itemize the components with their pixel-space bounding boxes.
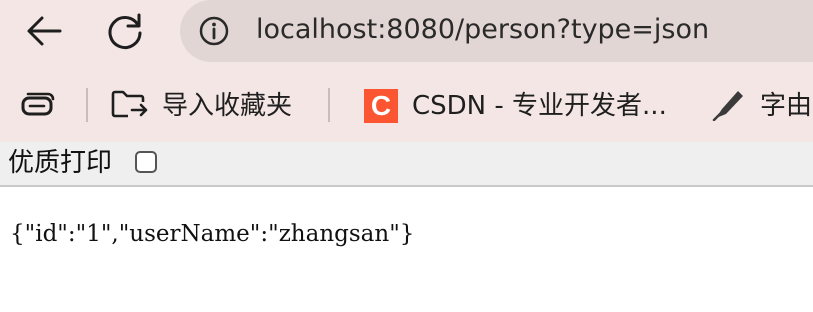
reload-icon bbox=[105, 11, 145, 51]
bookmark-separator bbox=[86, 88, 88, 122]
bookmark-ziyou[interactable]: 字由 bbox=[712, 86, 812, 126]
csdn-icon: C bbox=[364, 89, 398, 123]
url-text[interactable]: localhost:8080/person?type=json bbox=[256, 13, 709, 47]
bookmark-label: 导入收藏夹 bbox=[162, 91, 293, 121]
json-response-text: {"id":"1","userName":"zhangsan"} bbox=[10, 221, 415, 247]
bookmark-csdn[interactable]: C CSDN - 专业开发者... bbox=[364, 86, 667, 126]
print-quality-label: 优质打印 bbox=[8, 148, 113, 178]
arrow-left-icon bbox=[24, 11, 64, 51]
bookmark-label: CSDN - 专业开发者... bbox=[412, 91, 667, 121]
bookmarks-bar: 导入收藏夹 C CSDN - 专业开发者... 字由 bbox=[0, 74, 813, 136]
back-button[interactable] bbox=[20, 7, 68, 55]
info-icon[interactable] bbox=[198, 15, 230, 47]
bookmark-separator bbox=[328, 88, 330, 122]
reload-button[interactable] bbox=[101, 7, 149, 55]
pen-icon bbox=[712, 87, 746, 125]
navigation-row: localhost:8080/person?type=json bbox=[0, 0, 813, 62]
collections-icon bbox=[20, 89, 56, 123]
print-quality-checkbox[interactable] bbox=[135, 151, 157, 173]
folder-import-icon bbox=[110, 86, 148, 126]
browser-chrome: localhost:8080/person?type=json 导入收藏夹 C … bbox=[0, 0, 813, 142]
collections-button[interactable] bbox=[20, 86, 56, 126]
address-bar[interactable]: localhost:8080/person?type=json bbox=[180, 0, 813, 62]
bookmark-label: 字由 bbox=[760, 91, 813, 121]
print-toolbar: 优质打印 bbox=[0, 142, 813, 187]
bookmark-import-favorites[interactable]: 导入收藏夹 bbox=[110, 86, 292, 126]
